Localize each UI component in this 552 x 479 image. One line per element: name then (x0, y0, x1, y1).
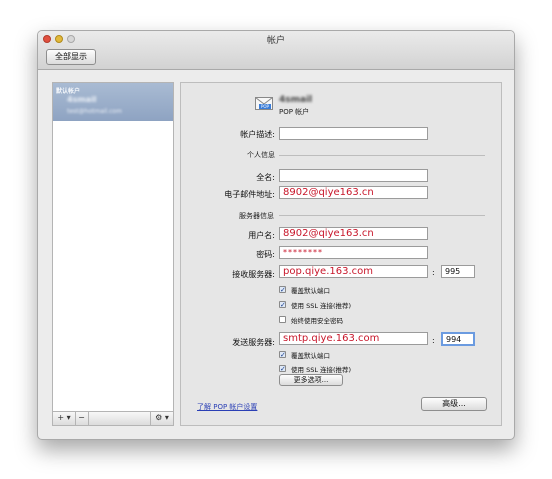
more-options-button[interactable]: 更多选项... (279, 374, 343, 386)
account-type: POP 帐户 (279, 108, 310, 116)
email-label: 电子邮件地址: (224, 190, 275, 199)
outgoing-port-separator: : (432, 336, 435, 345)
remove-account-button[interactable]: − (75, 412, 89, 425)
sidebar-account-item[interactable]: 默认帐户 4smail test@hotmail.com (53, 83, 173, 121)
advanced-button[interactable]: 高级... (421, 397, 487, 411)
sidebar-account-name: 4smail (67, 95, 97, 104)
secure-password-label: 始终使用安全密码 (291, 317, 343, 325)
incoming-port-field[interactable] (441, 265, 475, 278)
incoming-override-port-checkbox[interactable]: ✓ (279, 286, 286, 294)
account-details-panel: POP 4smail POP 帐户 帐户描述: 个人信息 全名: 电子邮件地址:… (180, 82, 502, 426)
outgoing-port-field[interactable] (441, 332, 475, 346)
window-title: 帐户 (266, 36, 285, 46)
incoming-ssl-checkbox[interactable]: ✓ (279, 301, 286, 309)
outgoing-server-field[interactable] (279, 332, 428, 345)
show-all-button[interactable]: 全部显示 (46, 49, 96, 65)
incoming-override-port-label: 覆盖默认端口 (291, 287, 330, 295)
server-info-divider (279, 215, 485, 216)
incoming-port-separator: : (432, 268, 435, 277)
pop-badge-text: POP (261, 104, 270, 109)
server-info-section: 服务器信息 (239, 212, 274, 220)
learn-pop-settings-link[interactable]: 了解 POP 帐户设置 (197, 402, 257, 412)
add-account-button[interactable]: + ▾ (53, 412, 76, 425)
title-bar: 帐户 全部显示 (38, 31, 514, 70)
accounts-window: 帐户 全部显示 默认帐户 4smail test@hotmail.com + ▾… (37, 30, 515, 440)
sidebar-account-email: test@hotmail.com (67, 108, 122, 115)
description-field[interactable] (279, 127, 428, 140)
sidebar-toolbar: + ▾ − ⚙ ▾ (53, 411, 173, 425)
username-label: 用户名: (248, 231, 275, 240)
outgoing-ssl-checkbox[interactable]: ✓ (279, 365, 286, 373)
outgoing-override-port-checkbox[interactable]: ✓ (279, 351, 286, 359)
incoming-server-field[interactable] (279, 265, 428, 278)
personal-info-divider (279, 155, 485, 156)
sidebar-group-label: 默认帐户 (56, 88, 81, 95)
gear-menu-button[interactable]: ⚙ ▾ (150, 412, 173, 425)
outgoing-ssl-label: 使用 SSL 连接(推荐) (291, 366, 352, 374)
incoming-ssl-label: 使用 SSL 连接(推荐) (291, 302, 352, 310)
account-name: 4smail (279, 95, 313, 105)
accounts-sidebar: 默认帐户 4smail test@hotmail.com + ▾ − ⚙ ▾ (52, 82, 174, 426)
outgoing-server-label: 发送服务器: (232, 338, 275, 347)
fullname-label: 全名: (256, 173, 275, 182)
incoming-server-label: 接收服务器: (232, 270, 275, 279)
password-field[interactable] (279, 246, 428, 259)
pop-mail-envelope-icon: POP (255, 97, 273, 110)
description-label: 帐户描述: (240, 130, 275, 139)
username-field[interactable] (279, 227, 428, 240)
password-label: 密码: (256, 250, 275, 259)
outgoing-override-port-label: 覆盖默认端口 (291, 352, 330, 360)
email-field[interactable] (279, 186, 428, 199)
personal-info-section: 个人信息 (247, 151, 275, 159)
fullname-field[interactable] (279, 169, 428, 182)
secure-password-checkbox[interactable] (279, 316, 286, 323)
